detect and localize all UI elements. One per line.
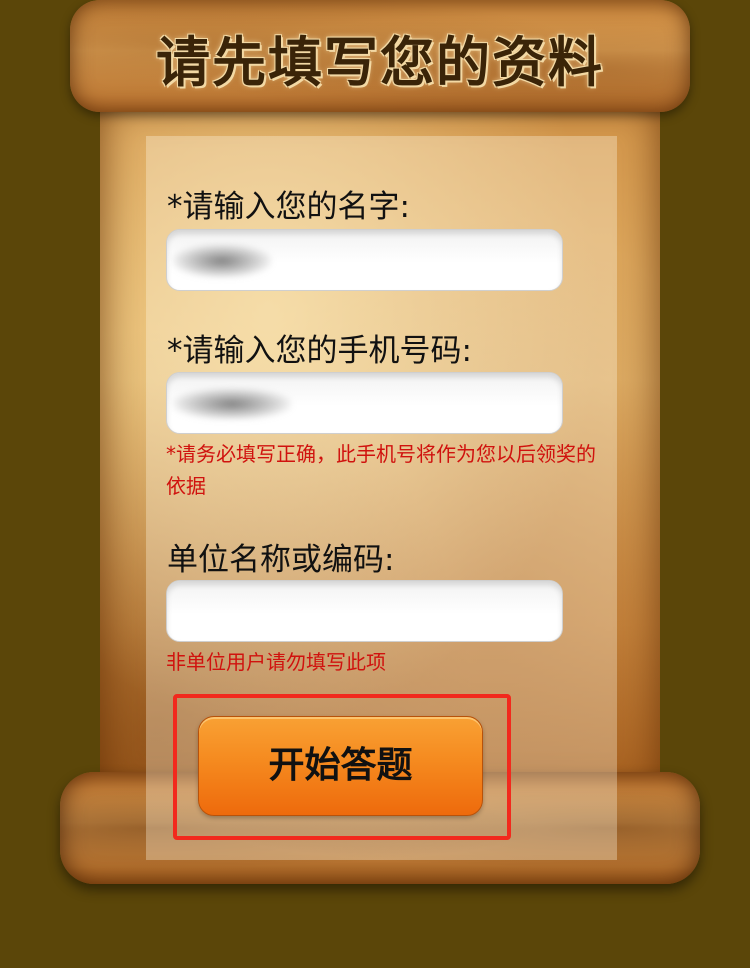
redacted-phone-blur — [172, 388, 292, 420]
page: 请先填写您的资料 *请输入您的名字: *请输入您的手机号码: *请务必填写正确，… — [0, 0, 750, 968]
phone-label: *请输入您的手机号码: — [167, 333, 472, 369]
start-quiz-button[interactable]: 开始答题 — [198, 716, 483, 816]
phone-hint: *请务必填写正确，此手机号将作为您以后领奖的依据 — [166, 442, 596, 498]
redacted-name-blur — [172, 244, 272, 278]
org-hint: 非单位用户请勿填写此项 — [166, 650, 386, 674]
page-title: 请先填写您的资料 — [156, 31, 604, 94]
org-label: 单位名称或编码: — [167, 542, 395, 578]
org-input[interactable] — [166, 580, 563, 642]
name-label: *请输入您的名字: — [167, 189, 410, 225]
